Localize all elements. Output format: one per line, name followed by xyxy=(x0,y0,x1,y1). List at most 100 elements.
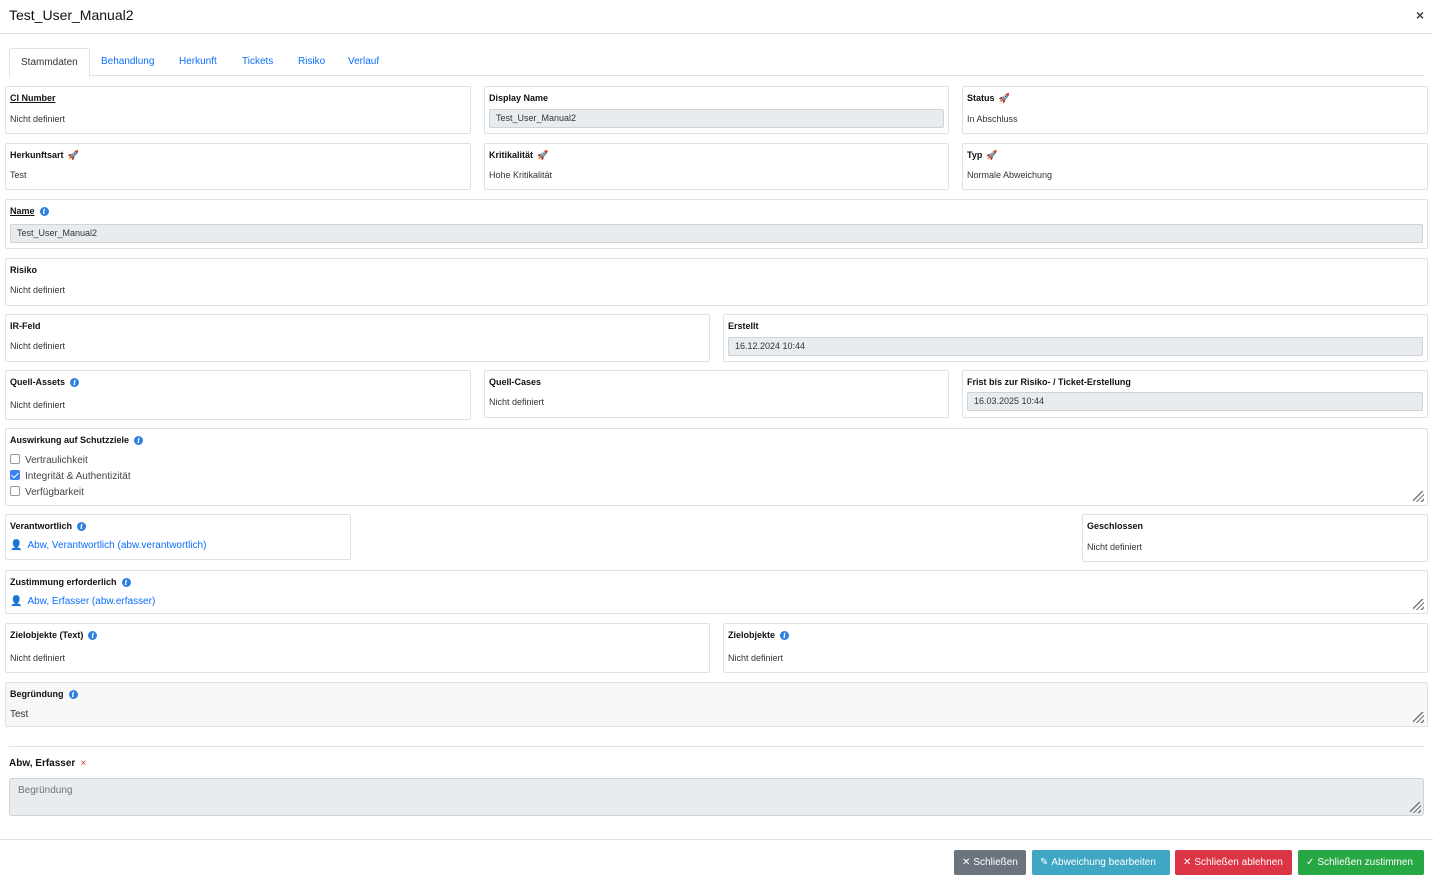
field-name: Name i Test_User_Manual2 xyxy=(5,199,1428,249)
field-erstellt: Erstellt 16.12.2024 10:44 xyxy=(723,314,1428,362)
edit-deviation-button[interactable]: ✎ Abweichung bearbeiten xyxy=(1032,850,1170,875)
field-label: Zustimmung erforderlich i xyxy=(10,577,131,587)
checkbox-integritaet[interactable]: Integrität & Authentizität xyxy=(10,470,131,482)
reject-button-label: Schließen ablehnen xyxy=(1194,857,1283,868)
field-schutzziele: Auswirkung auf Schutzziele i Vertraulichk… xyxy=(5,428,1428,506)
user-icon: 👤 xyxy=(10,596,23,607)
field-value: Hohe Kritikalität xyxy=(489,170,553,180)
field-zielobjekte-text: Zielobjekte (Text) i Nicht definiert xyxy=(5,623,710,673)
info-icon[interactable]: i xyxy=(77,522,87,531)
field-display-name: Display Name Test_User_Manual2 xyxy=(484,86,949,134)
field-zielobjekte: Zielobjekte i Nicht definiert xyxy=(723,623,1428,673)
tab-herkunft[interactable]: Herkunft xyxy=(168,48,228,76)
begruendung-textarea[interactable]: Begründung xyxy=(9,778,1424,816)
approve-close-button[interactable]: ✓ Schließen zustimmen xyxy=(1298,850,1424,875)
field-ir-feld: IR-Feld Nicht definiert xyxy=(5,314,710,362)
field-verantwortlich: Verantwortlich i 👤 Abw, Verantwortlich (ab… xyxy=(5,514,351,560)
field-label: Verantwortlich i xyxy=(10,521,87,531)
field-label: Kritikalität 🚀 xyxy=(489,150,548,161)
check-icon: ✓ xyxy=(1306,857,1315,868)
field-begruendung: Begründung i Test xyxy=(5,682,1428,727)
field-value: Nicht definiert xyxy=(10,285,66,295)
info-icon[interactable]: i xyxy=(39,207,49,216)
field-label: Quell-Cases xyxy=(489,377,542,387)
info-icon[interactable]: i xyxy=(70,378,80,387)
field-label: Typ 🚀 xyxy=(967,150,998,161)
tab-stammdaten[interactable]: Stammdaten xyxy=(9,48,90,77)
field-value: Test xyxy=(10,709,29,720)
field-label[interactable]: CI Number xyxy=(10,93,56,103)
field-label: Frist bis zur Risiko- / Ticket-Erstellun… xyxy=(967,377,1131,387)
field-label-text: Typ xyxy=(967,150,983,160)
field-label-text: Zustimmung erforderlich xyxy=(10,577,117,587)
checkbox-verfuegbarkeit[interactable]: Verfügbarkeit xyxy=(10,486,84,498)
field-label: Geschlossen xyxy=(1087,521,1144,531)
erstellt-input[interactable]: 16.12.2024 10:44 xyxy=(728,337,1423,356)
remove-icon[interactable]: × xyxy=(80,758,86,769)
zustimmung-link[interactable]: 👤 Abw, Erfasser (abw.erfasser) xyxy=(10,596,155,607)
approve-button-label: Schließen zustimmen xyxy=(1317,857,1413,868)
field-label: Erstellt xyxy=(728,321,759,331)
close-icon[interactable]: × xyxy=(1416,8,1424,22)
name-input[interactable]: Test_User_Manual2 xyxy=(10,224,1423,243)
field-label-text: Begründung xyxy=(10,689,64,699)
checkbox[interactable] xyxy=(10,470,20,480)
frist-input[interactable]: 16.03.2025 10:44 xyxy=(967,392,1423,411)
checkbox-label: Verfügbarkeit xyxy=(25,487,84,498)
tab-verlauf[interactable]: Verlauf xyxy=(337,48,390,76)
info-icon[interactable]: i xyxy=(88,631,98,640)
resize-handle-icon[interactable] xyxy=(1413,712,1424,723)
checkbox-label: Vertraulichkeit xyxy=(25,455,88,466)
field-value: Normale Abweichung xyxy=(967,170,1053,180)
resize-handle-icon[interactable] xyxy=(1413,599,1424,610)
info-icon[interactable]: i xyxy=(780,631,790,640)
close-button[interactable]: ✕ Schließen xyxy=(954,850,1026,875)
field-label: Herkunftsart 🚀 xyxy=(10,150,79,161)
tab-tickets[interactable]: Tickets xyxy=(231,48,284,76)
display-name-input[interactable]: Test_User_Manual2 xyxy=(489,109,944,128)
field-label-text[interactable]: Name xyxy=(10,206,35,216)
user-link-text[interactable]: Abw, Verantwortlich (abw.verantwortlich) xyxy=(27,540,206,551)
field-label-text: Zielobjekte xyxy=(728,630,776,640)
field-quell-cases: Quell-Cases Nicht definiert xyxy=(484,370,949,418)
checkbox-vertraulichkeit[interactable]: Vertraulichkeit xyxy=(10,454,88,466)
field-value: Nicht definiert xyxy=(1087,542,1143,552)
verantwortlich-link[interactable]: 👤 Abw, Verantwortlich (abw.verantwortlich… xyxy=(10,540,206,551)
tab-behandlung[interactable]: Behandlung xyxy=(90,48,165,76)
info-icon[interactable]: i xyxy=(134,436,144,445)
field-quell-assets: Quell-Assets i Nicht definiert xyxy=(5,370,471,420)
field-label-text: Kritikalität xyxy=(489,150,534,160)
field-value: Test xyxy=(10,170,27,180)
field-risiko: Risiko Nicht definiert xyxy=(5,258,1428,306)
field-zustimmung: Zustimmung erforderlich i 👤 Abw, Erfasser … xyxy=(5,570,1428,614)
rocket-icon: 🚀 xyxy=(537,150,549,160)
field-label-text: Quell-Assets xyxy=(10,377,66,387)
rocket-icon: 🚀 xyxy=(998,93,1010,103)
tab-risiko[interactable]: Risiko xyxy=(287,48,336,76)
info-icon[interactable]: i xyxy=(68,690,78,699)
field-label: Zielobjekte i xyxy=(728,630,790,640)
x-icon: ✕ xyxy=(1183,857,1192,868)
edit-icon: ✎ xyxy=(1040,857,1049,868)
user-link-text[interactable]: Abw, Erfasser (abw.erfasser) xyxy=(27,596,155,607)
checkbox[interactable] xyxy=(10,454,20,464)
resize-handle-icon[interactable] xyxy=(1413,491,1424,502)
modal-header: Test_User_Manual2 × xyxy=(0,0,1433,34)
field-label: Status 🚀 xyxy=(967,93,1010,104)
field-label: Begründung i xyxy=(10,689,78,699)
field-value: Nicht definiert xyxy=(10,341,66,351)
approver-name: Abw, Erfasser × xyxy=(9,758,86,769)
modal-title: Test_User_Manual2 xyxy=(9,7,134,23)
field-label-text: Zielobjekte (Text) xyxy=(10,630,84,640)
field-geschlossen: Geschlossen Nicht definiert xyxy=(1082,514,1428,562)
rocket-icon: 🚀 xyxy=(986,150,998,160)
field-label-text: Status xyxy=(967,93,995,103)
reject-close-button[interactable]: ✕ Schließen ablehnen xyxy=(1175,850,1292,875)
field-status: Status 🚀 In Abschluss xyxy=(962,86,1428,134)
field-label-text: Herkunftsart xyxy=(10,150,64,160)
info-icon[interactable]: i xyxy=(121,578,131,587)
field-typ: Typ 🚀 Normale Abweichung xyxy=(962,143,1428,190)
checkbox[interactable] xyxy=(10,486,20,496)
field-value: Nicht definiert xyxy=(728,653,784,663)
resize-handle-icon[interactable] xyxy=(1410,802,1421,813)
